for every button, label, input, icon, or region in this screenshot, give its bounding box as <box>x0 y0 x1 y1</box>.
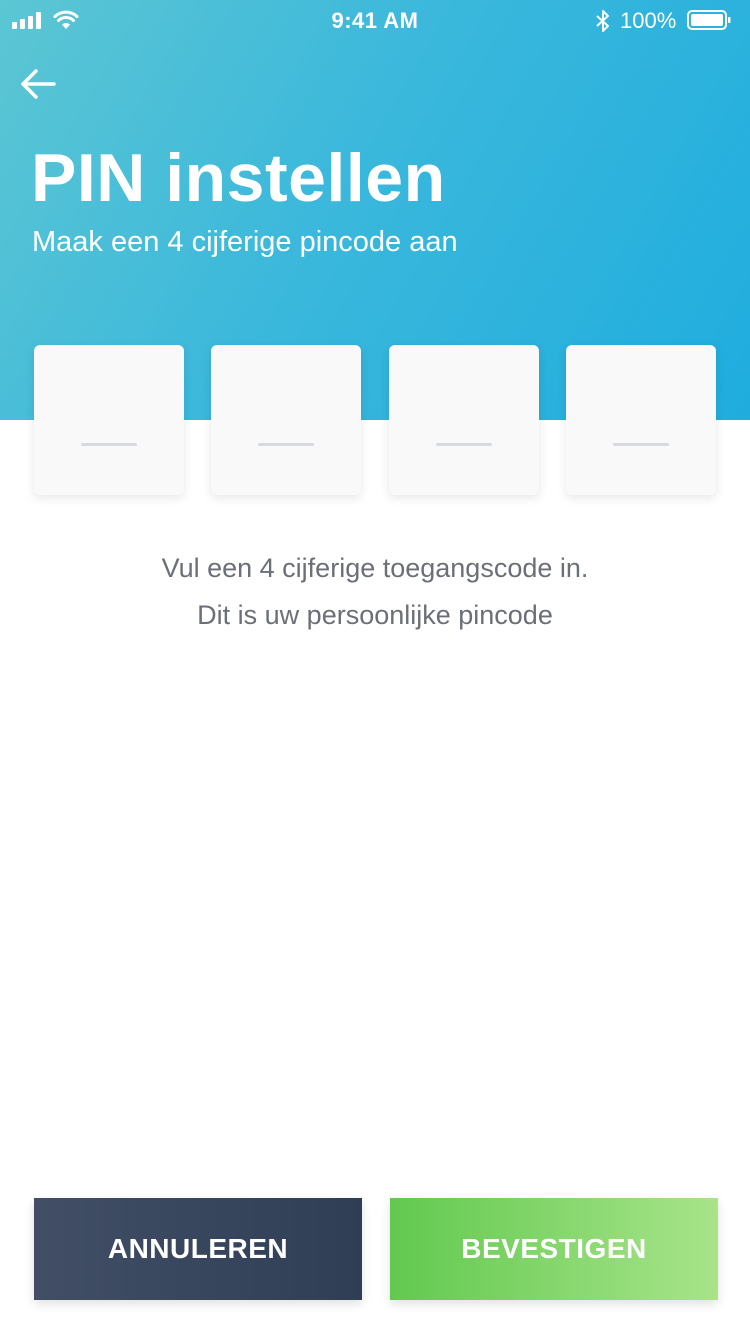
pin-digit-1[interactable] <box>34 345 184 495</box>
pin-digit-3[interactable] <box>389 345 539 495</box>
bluetooth-icon <box>596 10 609 32</box>
pin-digit-2[interactable] <box>211 345 361 495</box>
back-button[interactable] <box>18 62 62 106</box>
pin-placeholder-dash <box>81 443 137 446</box>
page-title: PIN instellen <box>31 140 446 216</box>
pin-input-group <box>34 345 716 495</box>
confirm-button[interactable]: BEVESTIGEN <box>390 1198 718 1300</box>
instruction-line-2: Dit is uw persoonlijke pincode <box>197 600 553 630</box>
pin-digit-4[interactable] <box>566 345 716 495</box>
pin-placeholder-dash <box>436 443 492 446</box>
pin-placeholder-dash <box>258 443 314 446</box>
status-bar: 9:41 AM 100% <box>0 0 750 40</box>
pin-instructions: Vul een 4 cijferige toegangscode in. Dit… <box>0 545 750 639</box>
cancel-button[interactable]: ANNULEREN <box>34 1198 362 1300</box>
battery-icon <box>687 10 731 30</box>
page-subtitle: Maak een 4 cijferige pincode aan <box>32 226 458 258</box>
instruction-line-1: Vul een 4 cijferige toegangscode in. <box>161 553 589 583</box>
battery-percentage: 100% <box>620 8 677 33</box>
arrow-left-icon <box>21 69 56 99</box>
pin-placeholder-dash <box>613 443 669 446</box>
